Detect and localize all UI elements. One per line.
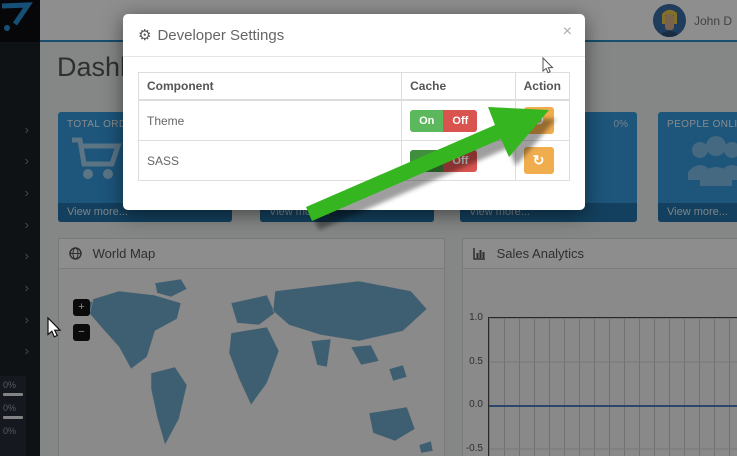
column-header-action: Action (515, 73, 569, 101)
modal-title-text: Developer Settings (157, 27, 284, 44)
component-name: SASS (139, 141, 402, 181)
component-name: Theme (139, 100, 402, 141)
dashboard-page: John D › › › › › › › › 0% 0% 0% Dashboar… (0, 0, 737, 456)
column-header-component: Component (139, 73, 402, 101)
refresh-icon[interactable]: ↻ (524, 147, 554, 174)
developer-settings-table: Component Cache Action Theme OnOff ↻ SAS… (138, 72, 570, 181)
cache-off-button[interactable]: Off (443, 150, 477, 172)
gear-icon: ⚙ (138, 27, 151, 44)
table-row: SASS OnOff ↻ (139, 141, 570, 181)
modal-body: Component Cache Action Theme OnOff ↻ SAS… (123, 57, 585, 196)
table-row: Theme OnOff ↻ (139, 100, 570, 141)
modal-title: ⚙ Developer Settings (138, 27, 284, 44)
modal-header: ⚙ Developer Settings × (123, 14, 585, 57)
cache-off-button[interactable]: Off (443, 110, 477, 132)
refresh-icon[interactable]: ↻ (524, 107, 554, 134)
developer-settings-modal: ⚙ Developer Settings × Component Cache Ac… (123, 14, 585, 210)
column-header-cache: Cache (402, 73, 516, 101)
cache-on-button[interactable]: On (410, 110, 443, 132)
close-icon[interactable]: × (563, 24, 572, 40)
table-header-row: Component Cache Action (139, 73, 570, 101)
cache-on-button[interactable]: On (410, 150, 443, 172)
